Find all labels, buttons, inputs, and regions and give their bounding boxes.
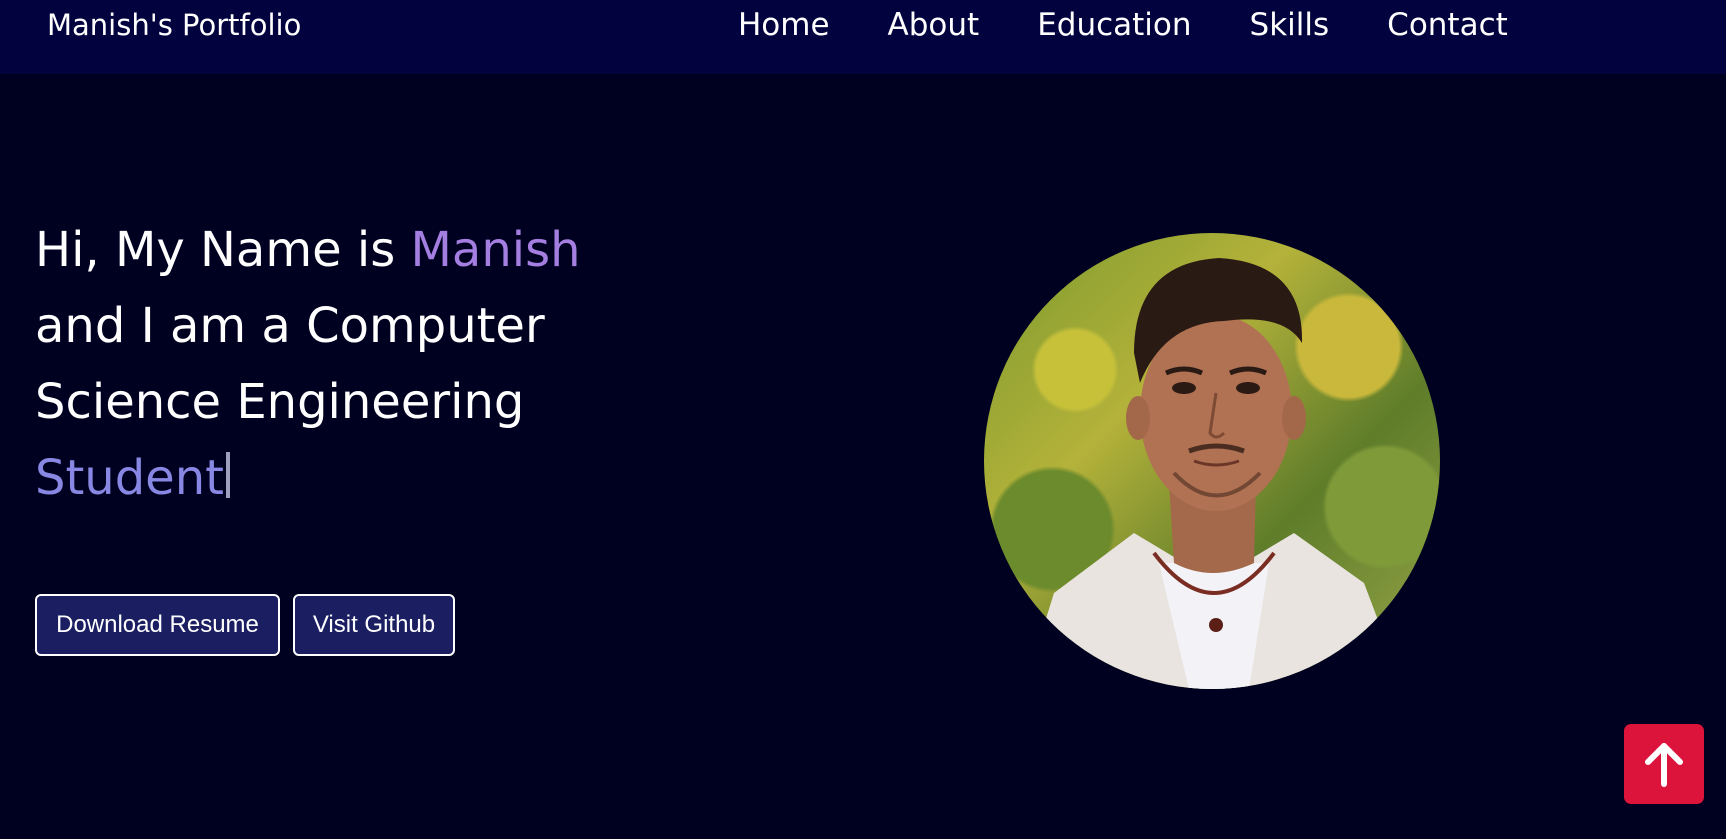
nav-links: Home About Education Skills Contact	[738, 3, 1508, 47]
visit-github-button[interactable]: Visit Github	[293, 594, 455, 656]
hero-heading: Hi, My Name is Manish and I am a Compute…	[35, 212, 675, 516]
profile-photo-illustration	[1024, 258, 1404, 689]
hero-greeting: Hi, My Name is	[35, 222, 411, 278]
typing-cursor	[225, 452, 230, 498]
hero-line-3: Science Engineering	[35, 374, 525, 430]
hero-line-1: Hi, My Name is Manish	[35, 212, 675, 288]
nav-link-about[interactable]: About	[888, 3, 980, 47]
hero-line-4: Student	[35, 440, 675, 516]
nav-link-home[interactable]: Home	[738, 3, 830, 47]
hero-line-2: and I am a Computer	[35, 298, 545, 354]
hero-name: Manish	[410, 222, 581, 278]
profile-photo	[984, 233, 1440, 689]
arrow-up-icon	[1645, 743, 1683, 787]
nav-link-contact[interactable]: Contact	[1387, 3, 1508, 47]
brand-logo[interactable]: Manish's Portfolio	[47, 3, 301, 47]
download-resume-button[interactable]: Download Resume	[35, 594, 280, 656]
nav-link-education[interactable]: Education	[1037, 3, 1191, 47]
scroll-to-top-button[interactable]	[1624, 724, 1704, 804]
hero-role: Student	[35, 450, 224, 506]
navbar: Manish's Portfolio Home About Education …	[0, 0, 1726, 74]
nav-link-skills[interactable]: Skills	[1250, 3, 1330, 47]
